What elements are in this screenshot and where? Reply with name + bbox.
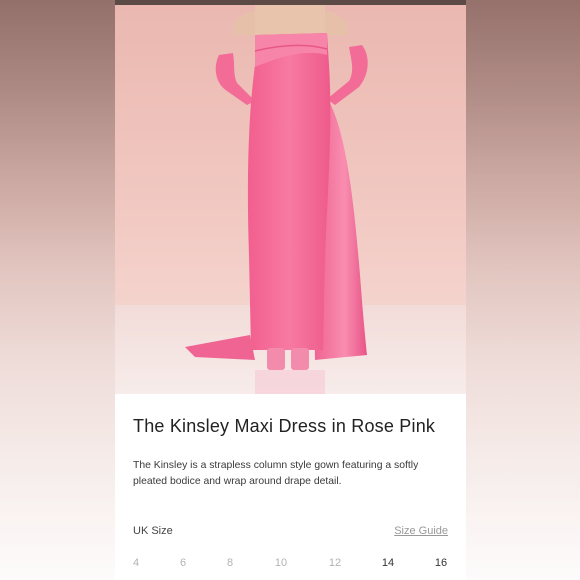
- background-right: [466, 0, 580, 580]
- product-title: The Kinsley Maxi Dress in Rose Pink: [133, 416, 436, 436]
- right-shoe: [291, 348, 309, 370]
- size-option-14[interactable]: 14: [382, 557, 394, 569]
- size-option-12[interactable]: 12: [329, 557, 341, 569]
- left-shoe: [267, 348, 285, 370]
- size-option-8[interactable]: 8: [227, 557, 233, 569]
- size-option-16[interactable]: 16: [435, 557, 447, 569]
- size-option-4[interactable]: 4: [133, 557, 139, 569]
- floor-reflection: [255, 370, 325, 394]
- product-image[interactable]: [115, 5, 466, 394]
- size-option-10[interactable]: 10: [275, 557, 287, 569]
- dress-photo: [115, 5, 466, 394]
- size-option-6[interactable]: 6: [180, 557, 186, 569]
- size-guide-link[interactable]: Size Guide: [394, 525, 448, 537]
- size-options: 4 6 8 10 12 14 16: [115, 557, 466, 571]
- product-info: The Kinsley Maxi Dress in Rose Pink The …: [115, 394, 466, 580]
- size-label: UK Size: [133, 525, 173, 537]
- dress-body: [247, 33, 331, 350]
- product-card: The Kinsley Maxi Dress in Rose Pink The …: [115, 0, 466, 580]
- product-description: The Kinsley is a strapless column style …: [133, 460, 419, 487]
- torso-skin: [255, 5, 325, 35]
- background-left: [0, 0, 115, 580]
